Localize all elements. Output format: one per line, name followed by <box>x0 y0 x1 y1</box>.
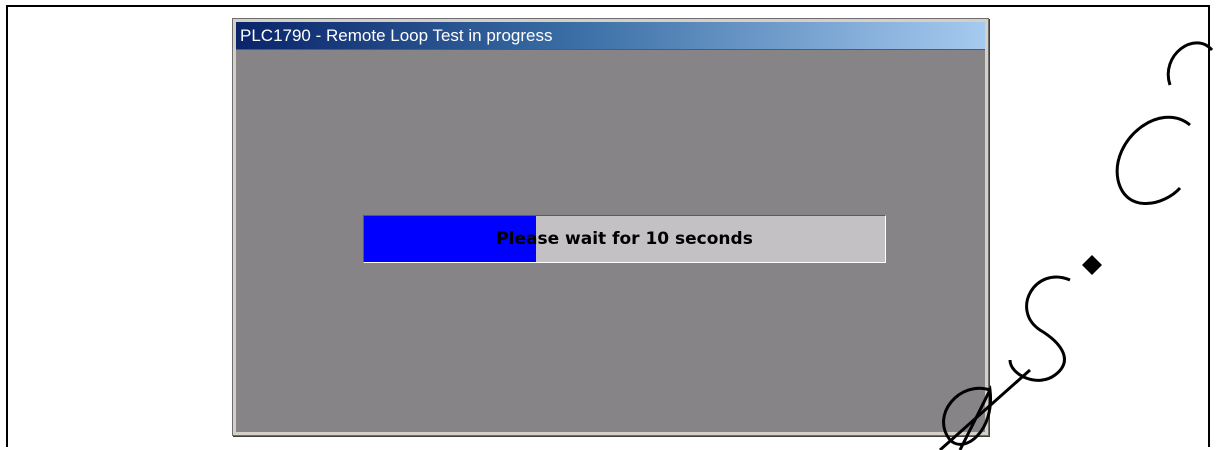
remote-loop-test-dialog: PLC1790 - Remote Loop Test in progress P… <box>232 18 989 436</box>
dialog-client-area: Please wait for 10 seconds <box>236 49 985 432</box>
progress-message: Please wait for 10 seconds <box>496 229 753 249</box>
window-title: PLC1790 - Remote Loop Test in progress <box>240 25 553 45</box>
progress-bar: Please wait for 10 seconds <box>363 215 886 263</box>
title-bar[interactable]: PLC1790 - Remote Loop Test in progress <box>236 22 985 49</box>
